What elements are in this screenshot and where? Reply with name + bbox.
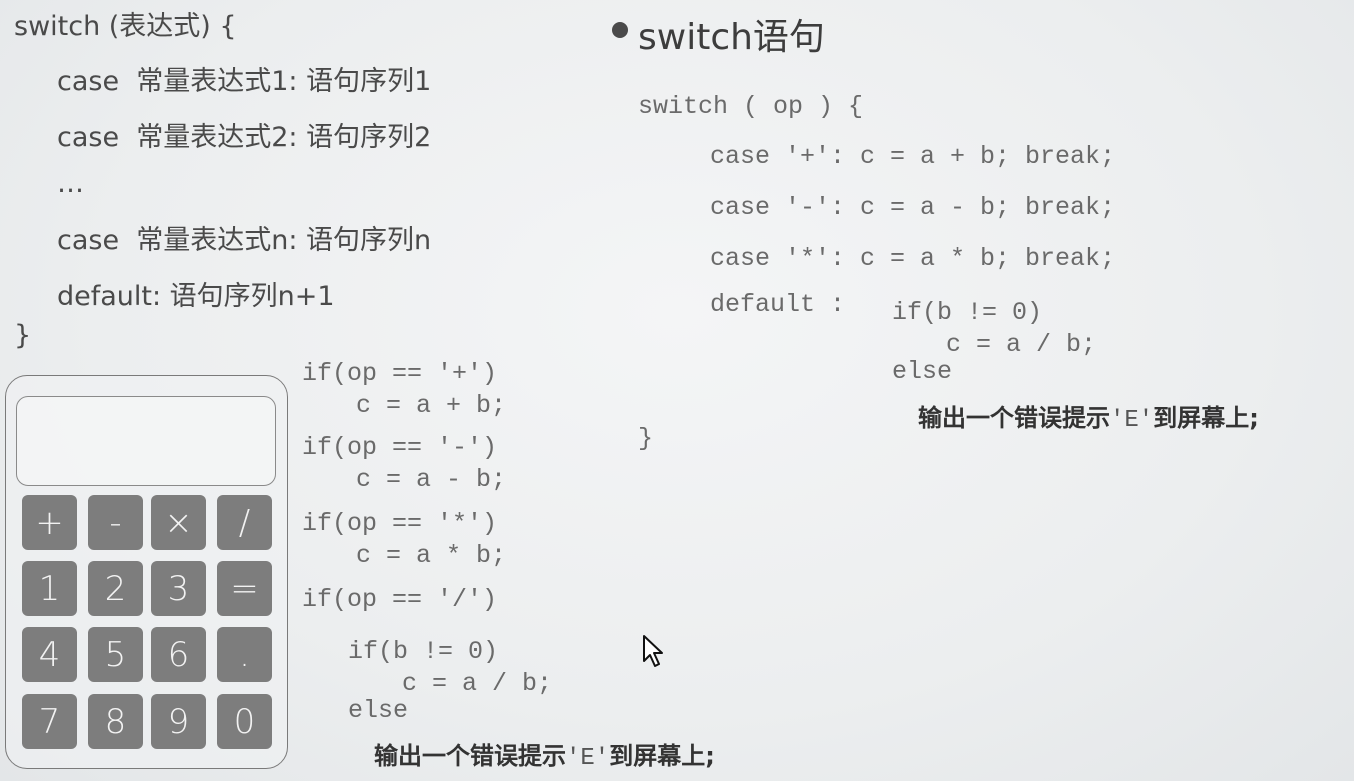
calc-key-7: 7 <box>22 694 77 749</box>
calc-key-8: 8 <box>88 694 143 749</box>
error-message-char: 'E' <box>566 745 610 772</box>
calc-key-minus: - <box>88 495 143 550</box>
error-message-char: 'E' <box>1110 407 1154 434</box>
if-code-line: c = a * b; <box>356 541 507 570</box>
if-code-line: c = a - b; <box>356 465 507 494</box>
error-message-text: 输出一个错误提示 <box>918 404 1110 432</box>
calc-key-9: 9 <box>151 694 206 749</box>
slide-title: switch语句 <box>638 17 825 58</box>
calc-key-divide: / <box>217 495 272 550</box>
syntax-line-casen: case 常量表达式n: 语句序列n <box>57 225 432 256</box>
calc-key-1: 1 <box>22 561 77 616</box>
error-message-text: 到屏幕上; <box>1153 404 1259 432</box>
switch-code-line: } <box>638 424 654 453</box>
calc-key-5: 5 <box>88 627 143 682</box>
bullet-icon <box>612 22 628 38</box>
syntax-line-close: } <box>14 320 32 351</box>
calc-key-multiply: × <box>151 495 206 550</box>
error-message-text: 输出一个错误提示 <box>374 742 566 770</box>
if-code-line: if(b != 0) <box>348 637 499 666</box>
if-code-line: if(op == '/') <box>302 585 498 614</box>
if-code-line: c = a / b; <box>402 669 553 698</box>
syntax-line-case1: case 常量表达式1: 语句序列1 <box>57 66 432 97</box>
calc-key-3: 3 <box>151 561 206 616</box>
switch-code-line: else <box>892 357 953 386</box>
if-code-error-message: 输出一个错误提示'E'到屏幕上; <box>374 736 715 772</box>
switch-code-error-message: 输出一个错误提示'E'到屏幕上; <box>918 398 1259 434</box>
error-message-text: 到屏幕上; <box>609 742 715 770</box>
syntax-line-default: default: 语句序列n+1 <box>57 281 335 312</box>
switch-code-line: case '*': c = a * b; break; <box>710 244 1116 273</box>
calc-key-4: 4 <box>22 627 77 682</box>
calculator-display <box>16 396 276 486</box>
switch-code-line: switch ( op ) { <box>638 92 864 121</box>
calc-key-dot: . <box>217 627 272 682</box>
calculator: + - × / 1 2 3 = 4 5 6 . 7 8 9 0 <box>5 375 288 769</box>
switch-code-line: case '-': c = a - b; break; <box>710 193 1116 222</box>
mouse-pointer-icon <box>643 635 663 667</box>
switch-code-line: default : <box>710 290 846 319</box>
syntax-line-case2: case 常量表达式2: 语句序列2 <box>57 122 432 153</box>
switch-code-line: case '+': c = a + b; break; <box>710 142 1116 171</box>
if-code-line: if(op == '*') <box>302 509 498 538</box>
switch-code-line: c = a / b; <box>946 330 1097 359</box>
if-code-line: if(op == '+') <box>302 359 498 388</box>
syntax-line-ellipsis: … <box>57 168 84 199</box>
calc-key-2: 2 <box>88 561 143 616</box>
calc-key-plus: + <box>22 495 77 550</box>
if-code-line: if(op == '-') <box>302 433 498 462</box>
syntax-line-switch: switch (表达式) { <box>14 11 237 42</box>
switch-code-line: if(b != 0) <box>892 298 1043 327</box>
if-code-line: c = a + b; <box>356 391 507 420</box>
if-code-line: else <box>348 696 409 725</box>
calc-key-equals: = <box>217 561 272 616</box>
calc-key-0: 0 <box>217 694 272 749</box>
calc-key-6: 6 <box>151 627 206 682</box>
